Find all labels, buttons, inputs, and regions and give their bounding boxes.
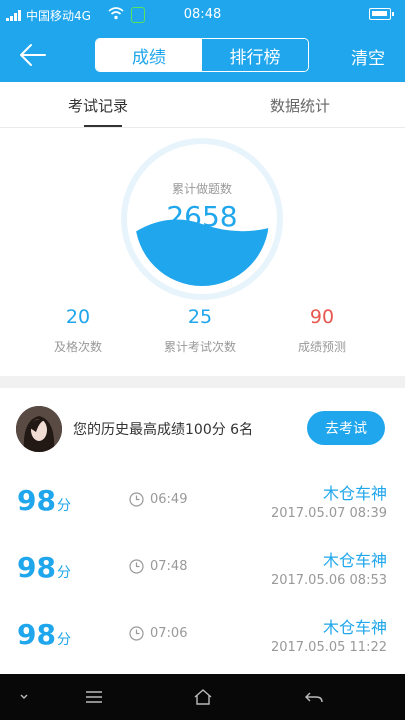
go-exam-button[interactable]: 去考试 [307, 411, 385, 445]
score: 98分 [17, 484, 71, 517]
stat-prediction: 90 成绩预测 [267, 306, 377, 355]
status-time: 08:48 [183, 7, 222, 22]
home-icon[interactable] [191, 686, 215, 708]
segmented-control: 成绩 排行榜 [95, 38, 309, 72]
back-icon[interactable] [302, 686, 326, 708]
stat-value: 90 [309, 306, 335, 328]
avatar [16, 406, 62, 452]
chevron-down-icon[interactable] [12, 686, 36, 708]
tab-exam-records[interactable]: 考试记录 [68, 95, 128, 116]
score-unit: 分 [56, 565, 71, 581]
stat-label: 及格次数 [53, 340, 102, 354]
clock-icon [129, 626, 144, 641]
record-date: 2017.05.06 08:53 [270, 573, 387, 588]
back-arrow-icon[interactable] [18, 42, 48, 68]
header: 成绩 排行榜 清空 [0, 30, 405, 82]
score-unit: 分 [56, 498, 71, 514]
stat-value: 25 [187, 306, 213, 328]
wave-circle: 累计做题数 2658 [135, 152, 269, 286]
total-questions-label: 累计做题数 [171, 182, 232, 196]
record-name: 木仓车神 [322, 618, 387, 637]
best-score-row: 您的历史最高成绩100分 6名 去考试 [0, 388, 405, 468]
tab-underline [84, 125, 122, 127]
progress-ring: 累计做题数 2658 [121, 138, 283, 300]
record-name: 木仓车神 [322, 484, 387, 503]
menu-icon[interactable] [82, 686, 106, 708]
segment-score[interactable]: 成绩 [96, 39, 202, 71]
segment-ranking[interactable]: 排行榜 [202, 39, 308, 71]
tab-data-stats[interactable]: 数据统计 [270, 95, 330, 116]
record-date: 2017.05.07 08:39 [270, 506, 387, 521]
list-item[interactable]: 98分 07:06 木仓车神 2017.05.05 11:22 [0, 602, 405, 668]
section-divider [0, 376, 405, 388]
score-value: 98 [17, 551, 56, 584]
score-value: 98 [17, 618, 56, 651]
record-date: 2017.05.05 11:22 [270, 640, 387, 655]
duration: 07:48 [150, 559, 188, 574]
stat-exams: 25 累计考试次数 [145, 306, 255, 355]
duration: 06:49 [150, 492, 188, 507]
score: 98分 [17, 551, 71, 584]
sub-tabs: 考试记录 数据统计 [0, 82, 405, 128]
score-unit: 分 [56, 632, 71, 648]
stat-label: 累计考试次数 [163, 340, 236, 354]
list-item[interactable]: 98分 07:48 木仓车神 2017.05.06 08:53 [0, 535, 405, 601]
stat-passed: 20 及格次数 [23, 306, 133, 355]
system-nav-bar [0, 674, 405, 720]
stat-value: 20 [65, 306, 91, 328]
score-value: 98 [17, 484, 56, 517]
total-questions-value: 2658 [166, 200, 238, 233]
duration: 07:06 [150, 626, 188, 641]
list-item[interactable]: 98分 06:49 木仓车神 2017.05.07 08:39 [0, 468, 405, 534]
clock-icon [129, 492, 144, 507]
stats-panel: 累计做题数 2658 20 及格次数 25 累计考试次数 90 成绩预测 [0, 128, 405, 376]
score: 98分 [17, 618, 71, 651]
status-bar: 中国移动4G 08:48 [0, 0, 405, 30]
record-name: 木仓车神 [322, 551, 387, 570]
clock-icon [129, 559, 144, 574]
stat-label: 成绩预测 [297, 340, 346, 354]
battery-icon [369, 8, 394, 20]
best-score-text: 您的历史最高成绩100分 6名 [73, 422, 254, 438]
clear-button[interactable]: 清空 [351, 44, 385, 69]
